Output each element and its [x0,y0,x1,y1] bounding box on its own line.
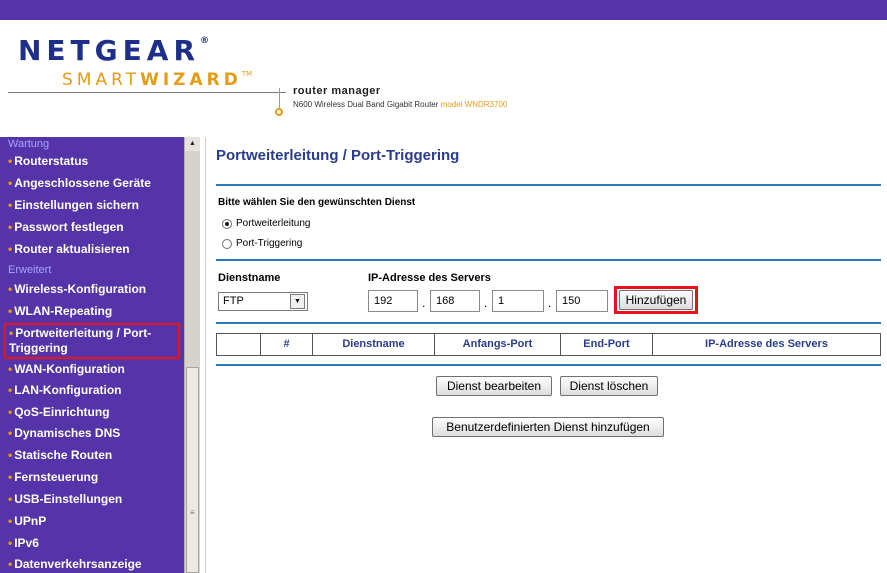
chevron-down-icon[interactable]: ▼ [290,294,305,309]
bullet-icon: • [8,536,13,550]
sidebar-item-qos-einrichtung[interactable]: • QoS-Einrichtung [8,405,180,420]
bullet-icon: • [8,198,13,212]
sidebar-item-usb-einstellungen[interactable]: • USB-Einstellungen [8,492,180,507]
port-forwarding-table: # Dienstname Anfangs-Port End-Port IP-Ad… [216,333,881,356]
table-header-select [217,334,261,355]
add-custom-service-button[interactable]: Benutzerdefinierten Dienst hinzufügen [432,417,664,437]
sidebar-item-wan-konfiguration[interactable]: • WAN-Konfiguration [8,362,180,377]
bullet-icon: • [9,326,14,340]
bullet-icon: • [8,154,13,168]
logo-bullet-icon [275,108,283,116]
model-label: model WNDR3700 [440,100,508,109]
section-rule [216,364,881,366]
bullet-icon: • [8,514,13,528]
sidebar-item-dynamisches-dns[interactable]: • Dynamisches DNS [8,426,180,441]
table-header-service-name: Dienstname [313,334,435,355]
sidebar-item-lan-konfiguration[interactable]: • LAN-Konfiguration [8,383,180,398]
sidebar-category-erweitert: Erweitert [8,264,52,276]
ip-separator: . [422,296,426,310]
sidebar-category-wartung: Wartung [8,138,50,150]
service-prompt: Bitte wählen Sie den gewünschten Dienst [218,197,416,208]
logo-divider-vertical [279,88,280,110]
sidebar-item-upnp[interactable]: • UPnP [8,514,180,529]
sidebar-item-portweiterleitung[interactable]: • Portweiterleitung / Port-Triggering [4,323,180,359]
bullet-icon: • [8,426,13,440]
sidebar-item-wlan-repeating[interactable]: • WLAN-Repeating [8,304,180,319]
sidebar-item-router-aktualisieren[interactable]: • Router aktualisieren [8,242,180,257]
device-description: N600 Wireless Dual Band Gigabit Router m… [293,100,508,109]
bullet-icon: • [8,448,13,462]
sidebar-nav: Wartung • Routerstatus • Angeschlossene Ge… [0,137,200,573]
grip-icon: ≡ [190,508,195,517]
sidebar-item-fernsteuerung[interactable]: • Fernsteuerung [8,470,180,485]
bullet-icon: • [8,470,13,484]
app-name: router manager [293,85,381,97]
table-header-end-port: End-Port [561,334,653,355]
radio-portweiterleitung[interactable]: Portweiterleitung [222,218,310,229]
bullet-icon: • [8,304,13,318]
section-rule [216,322,881,324]
ip-octet-2-input[interactable]: 168 [430,290,480,312]
smartwizard-logo: SMARTWIZARDTM [62,70,253,90]
content-divider [205,137,206,573]
ip-octet-3-input[interactable]: 1 [492,290,544,312]
edit-service-button[interactable]: Dienst bearbeiten [436,376,552,396]
bullet-icon: • [8,492,13,506]
section-rule [216,259,881,261]
top-bar [0,0,887,20]
sidebar-item-datenverkehrsanzeige[interactable]: • Datenverkehrsanzeige [8,557,180,572]
add-button[interactable]: Hinzufügen [619,290,693,310]
ip-octet-1-input[interactable]: 192 [368,290,418,312]
bullet-icon: • [8,176,13,190]
sidebar-item-passwort-festlegen[interactable]: • Passwort festlegen [8,220,180,235]
sidebar-item-statische-routen[interactable]: • Statische Routen [8,448,180,463]
ip-separator: . [484,296,488,310]
scroll-up-icon[interactable]: ▲ [185,137,200,151]
bullet-icon: • [8,220,13,234]
netgear-logo: NETGEAR® [18,34,209,67]
delete-service-button[interactable]: Dienst löschen [560,376,658,396]
logo-divider [8,92,286,93]
sidebar-item-ipv6[interactable]: • IPv6 [8,536,180,551]
radio-checked-icon[interactable] [222,218,232,229]
sidebar-item-routerstatus[interactable]: • Routerstatus [8,154,180,169]
page-title: Portweiterleitung / Port-Triggering [216,147,460,164]
ip-octet-4-input[interactable]: 150 [556,290,608,312]
bullet-icon: • [8,557,13,571]
ip-separator: . [548,296,552,310]
section-rule [216,184,881,186]
bullet-icon: • [8,362,13,376]
table-header-number: # [261,334,313,355]
server-ip-label: IP-Adresse des Servers [368,272,491,284]
bullet-icon: • [8,405,13,419]
sidebar-item-wireless-konfiguration[interactable]: • Wireless-Konfiguration [8,282,180,297]
radio-unchecked-icon[interactable] [222,238,232,249]
radio-port-triggering[interactable]: Port-Triggering [222,238,302,249]
sidebar-scrollbar[interactable]: ▲ ≡ [184,137,200,573]
bullet-icon: • [8,282,13,296]
sidebar-item-einstellungen-sichern[interactable]: • Einstellungen sichern [8,198,180,213]
service-name-label: Dienstname [218,272,281,284]
bullet-icon: • [8,383,13,397]
sidebar-item-angeschlossene-geraete[interactable]: • Angeschlossene Geräte [8,176,180,191]
header: NETGEAR® SMARTWIZARDTM router manager N6… [0,20,887,128]
table-header-server-ip: IP-Adresse des Servers [705,338,828,350]
table-header-start-port: Anfangs-Port [435,334,561,355]
bullet-icon: • [8,242,13,256]
scroll-thumb[interactable]: ≡ [186,367,199,573]
